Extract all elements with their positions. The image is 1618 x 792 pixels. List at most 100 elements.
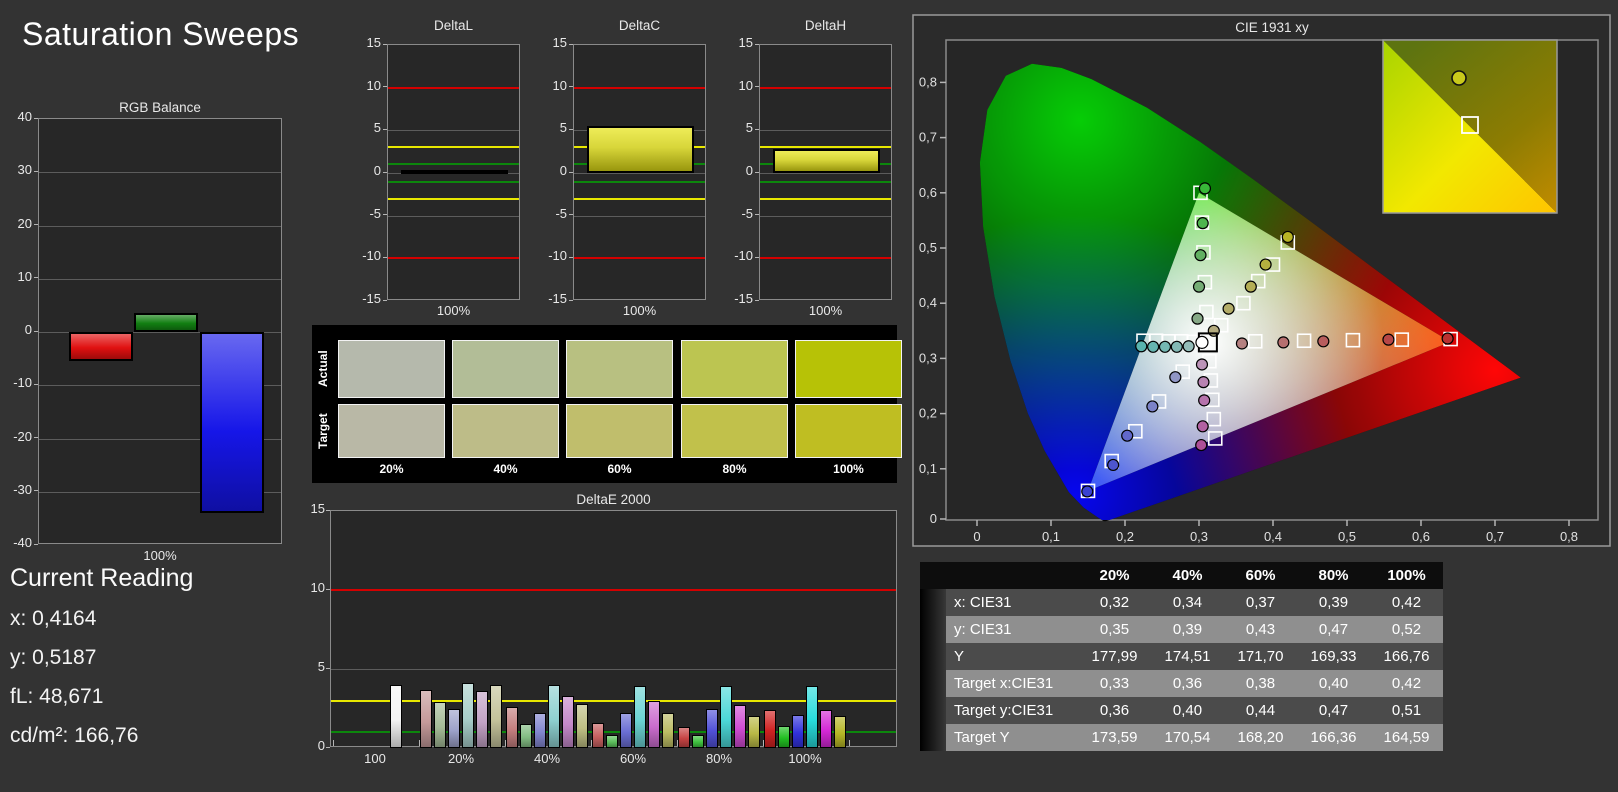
ref-line-3 (760, 146, 891, 149)
deltae-group-label: 40% (533, 751, 561, 766)
x-tick-label: 0,5 (1338, 529, 1356, 544)
delta_h-plot (759, 44, 892, 300)
deltae-bar-40%-0 (506, 706, 518, 748)
cie-1931-chart[interactable]: CIE 1931 xy 0 0 0,1 0,1 0,2 0,2 0,3 0,3 0,4 0,4 0,5… (912, 14, 1612, 548)
y-axis-label: -10 (548, 248, 567, 264)
gridline-0 (574, 173, 705, 174)
y-tick-label: 0,7 (919, 130, 937, 145)
ref-line--1 (388, 180, 519, 183)
y-tick (569, 214, 573, 216)
y-tick (34, 383, 38, 385)
y-axis-label: 5 (559, 120, 567, 136)
table-row-label: Target y:CIE31 (946, 697, 1078, 724)
y-axis-label: -5 (555, 205, 567, 221)
ref-line--10 (388, 257, 519, 260)
y-tick (569, 256, 573, 258)
y-axis-label: -5 (369, 205, 381, 221)
table-cell-y: CIE31-20%: 0,35 (1078, 616, 1151, 643)
delta-h-chart[interactable]: DeltaH -15 -10 -5 0 5 10 15 100% (724, 18, 904, 318)
deltae-bar-60%-0 (592, 722, 604, 748)
y-axis-label: -15 (734, 291, 753, 306)
x-tick (677, 740, 678, 746)
measured-point-green-1 (1191, 312, 1204, 325)
measured-point-cyan-2 (1170, 340, 1183, 353)
deltae-bar-80%-5 (748, 716, 760, 748)
table-cell-x: CIE31-80%: 0,39 (1297, 589, 1370, 616)
y-tick (326, 509, 330, 511)
measured-point-red-2 (1277, 336, 1290, 349)
gridline-10 (39, 278, 281, 280)
table-header-100%: 100% (1370, 562, 1443, 589)
table-cell-Y-80%: 169,33 (1297, 643, 1370, 670)
saturation-swatch-panel[interactable]: Actual Target 20% 40% 60% 80% 100% (312, 325, 902, 483)
x-tick-label: 0 (973, 529, 980, 544)
y-tick (569, 171, 573, 173)
ref-line--3 (574, 197, 705, 200)
y-tick-label: 0,8 (919, 74, 937, 89)
deltae-bar-80%-2 (706, 708, 718, 748)
cie-1931-svg: CIE 1931 xy 0 0 0,1 0,1 0,2 0,2 0,3 0,3 0,4 0,4 0,5… (912, 14, 1611, 547)
measured-point-green-4 (1196, 217, 1209, 230)
measured-point-blue-2 (1146, 400, 1159, 413)
y-axis-label: 15 (310, 501, 325, 516)
deltae-bar-60%-4 (648, 700, 660, 748)
y-tick (569, 299, 573, 301)
y-tick (34, 224, 38, 225)
swatch-target-80% (681, 404, 788, 458)
table-header-20%: 20% (1078, 562, 1151, 589)
y-axis-label: -10 (13, 375, 32, 391)
table-row-label: Target x:CIE31 (946, 670, 1078, 697)
y-axis-label: 0 (317, 738, 325, 753)
y-tick (569, 86, 573, 88)
table-cell-y: CIE31-80%: 0,47 (1297, 616, 1370, 643)
deltae-bar-60%-3 (634, 686, 646, 748)
table-row: Target x:CIE31 0,33 0,36 0,38 0,40 0,42 (920, 670, 1444, 697)
delta_h-title: DeltaH (804, 18, 847, 33)
measured-point-red-1 (1235, 337, 1249, 350)
swatch-target-100% (795, 404, 902, 458)
measurement-table[interactable]: 20% 40% 60% 80% 100% x: CIE31 0,32 0,34 0,37 0,39… (920, 562, 1444, 751)
page-title: Saturation Sweeps (22, 16, 300, 52)
table-strip-cell (920, 724, 946, 751)
current-reading-y: y: 0,5187 (10, 646, 97, 669)
y-axis-label: -5 (741, 205, 753, 221)
y-axis-label: 10 (552, 77, 567, 93)
y-tick (569, 128, 573, 130)
y-tick (34, 277, 38, 279)
deltae-bar-100%-5 (834, 716, 846, 748)
ref-line--1 (760, 180, 891, 183)
ref-line-1 (388, 163, 519, 166)
delta-c-chart[interactable]: DeltaC -15 -10 -5 0 5 10 15 100% (538, 18, 718, 318)
rgb-balance-chart[interactable]: RGB Balance -40 -30 -20 -10 0 10 20 30 40 100% (8, 100, 293, 570)
measured-point-red-3 (1317, 335, 1330, 348)
table-cell-Target x:CIE31-60%: 0,38 (1224, 670, 1297, 697)
swatch-actual-80% (681, 340, 788, 398)
y-tick-label: 0,3 (919, 350, 937, 365)
y-axis-label: 20 (17, 215, 32, 231)
ref-line-10 (574, 86, 705, 89)
delta_c-bar (587, 126, 694, 173)
ref-line--10 (574, 257, 705, 260)
delta_l-plot (387, 44, 520, 300)
table-strip-cell (920, 616, 946, 643)
gridline--5 (574, 215, 705, 217)
ref-line--3 (388, 197, 519, 200)
y-tick (34, 170, 38, 172)
y-tick (326, 667, 330, 669)
deltae-bar-60%-2 (620, 713, 632, 748)
table-row: x: CIE31 0,32 0,34 0,37 0,39 0,42 (920, 589, 1444, 616)
deltae-bar-40%-3 (548, 684, 560, 748)
table-cell-Target y:CIE31-80%: 0,47 (1297, 697, 1370, 724)
deltae-bar-20%-5 (490, 684, 502, 748)
gridline-20 (39, 225, 281, 227)
table-header-60%: 60% (1224, 562, 1297, 589)
x-tick-label: 0,3 (1190, 529, 1208, 544)
table-cell-Target y:CIE31-60%: 0,44 (1224, 697, 1297, 724)
measured-point-blue-3 (1121, 429, 1134, 442)
table-row-label: Target Y (946, 724, 1078, 751)
delta-l-chart[interactable]: DeltaL -15 -10 -5 0 5 10 15 100% (352, 18, 532, 318)
deltae-bar-20%-1 (434, 702, 446, 748)
deltae-bar-100%-1 (778, 725, 790, 748)
y-tick-label: 0,1 (919, 461, 937, 476)
deltae-2000-chart[interactable]: DeltaE 2000 0 5 10 15 100 20% 40% 60% 80% 100% (310, 492, 910, 782)
